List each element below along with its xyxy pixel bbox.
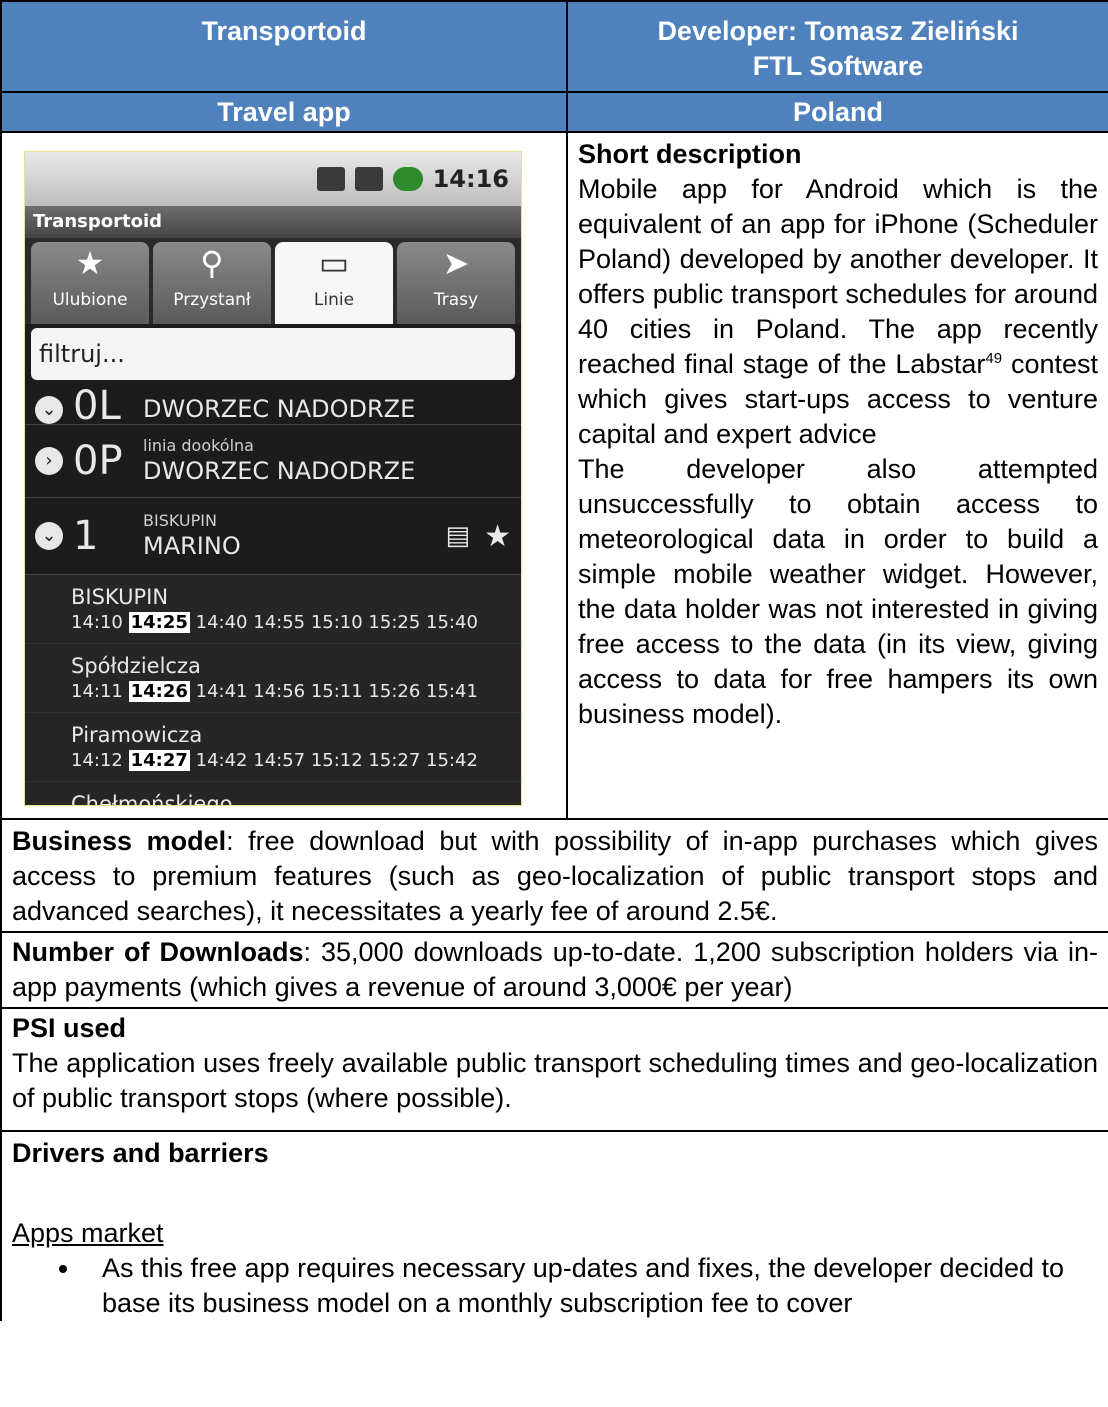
developer-cell: Developer: Tomasz Zieliński FTL Software xyxy=(566,0,1108,93)
stop-name: Piramowicza xyxy=(71,723,203,747)
app-screenshot: 14:16 Transportoid ★ Ulubione ⚲ Przystan… xyxy=(24,151,522,806)
psi-cell: PSI used The application uses freely ava… xyxy=(0,1007,1108,1132)
departure-times: 14:42 14:57 15:12 15:27 15:42 xyxy=(195,750,478,771)
tab-routes[interactable]: ➤ Trasy xyxy=(397,242,515,324)
developer-name: Developer: Tomasz Zieliński xyxy=(657,16,1019,46)
drivers-cell: Drivers and barriers Apps market As this… xyxy=(0,1130,1108,1321)
filter-input[interactable]: filtruj... xyxy=(31,328,515,380)
chevron-down-icon: ⌄ xyxy=(35,522,63,550)
signpost-icon: ➤ xyxy=(442,244,470,282)
departure-time: 14:12 xyxy=(71,750,123,771)
business-model-cell: Business model: free download but with p… xyxy=(0,818,1108,933)
drivers-list: As this free app requires necessary up-d… xyxy=(12,1251,1098,1321)
signal-icon xyxy=(354,167,383,191)
line-row[interactable]: ⌄ 0L DWORZEC NADODRZE xyxy=(25,384,521,425)
app-name-cell: Transportoid xyxy=(0,0,568,93)
line-destination: DWORZEC NADODRZE xyxy=(143,395,416,423)
next-departure-time: 14:25 xyxy=(128,612,190,633)
downloads-label: Number of Downloads xyxy=(12,937,304,967)
stop-times: 14:12 14:27 14:42 14:57 15:12 15:27 15:4… xyxy=(71,749,521,773)
downloads-cell: Number of Downloads: 35,000 downloads up… xyxy=(0,931,1108,1009)
drivers-heading: Drivers and barriers xyxy=(12,1138,269,1168)
tab-stops[interactable]: ⚲ Przystanł xyxy=(153,242,271,324)
tab-label: Ulubione xyxy=(52,290,128,310)
battery-icon xyxy=(392,167,423,191)
star-icon: ★ xyxy=(75,244,105,282)
stop-row[interactable]: Chełmońskiego xyxy=(25,782,521,806)
line-row-expanded[interactable]: ⌄ 1 BISKUPIN MARINO ▤ ★ xyxy=(25,498,521,575)
chevron-right-icon: › xyxy=(35,447,63,475)
status-time: 14:16 xyxy=(432,164,509,193)
line-number: 0P xyxy=(73,437,123,484)
description-text: Mobile app for Android which is the equi… xyxy=(578,172,1098,452)
app-name: Transportoid xyxy=(201,16,367,46)
stop-times: 14:10 14:25 14:40 14:55 15:10 15:25 15:4… xyxy=(71,611,521,635)
description-heading: Short description xyxy=(578,139,802,169)
stop-name: BISKUPIN xyxy=(71,585,169,609)
line-subtitle: linia dookólna xyxy=(143,436,254,455)
case-study-table: Transportoid Developer: Tomasz Zieliński… xyxy=(0,0,1108,1321)
tab-label: Trasy xyxy=(433,290,479,310)
network-3g-icon xyxy=(316,167,345,191)
line-destination: DWORZEC NADODRZE xyxy=(143,457,416,485)
footnote-ref: 49 xyxy=(985,350,1003,367)
app-title-bar: Transportoid xyxy=(25,206,521,238)
line-destination: MARINO xyxy=(143,532,241,560)
tab-favourites[interactable]: ★ Ulubione xyxy=(31,242,149,324)
line-number: 1 xyxy=(73,512,99,559)
line-row[interactable]: › 0P linia dookólna DWORZEC NADODRZE xyxy=(25,425,521,498)
bus-icon: ▭ xyxy=(318,244,350,282)
document-page: Transportoid Developer: Tomasz Zieliński… xyxy=(0,0,1108,1407)
business-model-label: Business model xyxy=(12,826,227,856)
tab-lines[interactable]: ▭ Linie xyxy=(275,242,393,324)
stop-row[interactable]: Spółdzielcza 14:11 14:26 14:41 14:56 15:… xyxy=(25,644,521,713)
stop-times: 14:11 14:26 14:41 14:56 15:11 15:26 15:4… xyxy=(71,680,521,704)
stop-row[interactable]: Piramowicza 14:12 14:27 14:42 14:57 15:1… xyxy=(25,713,521,782)
stop-row[interactable]: BISKUPIN 14:10 14:25 14:40 14:55 15:10 1… xyxy=(25,575,521,644)
country-cell: Poland xyxy=(566,91,1108,133)
tab-label: Linie xyxy=(313,290,355,310)
list-item: As this free app requires necessary up-d… xyxy=(82,1251,1098,1321)
departure-time: 14:10 xyxy=(71,612,123,633)
departure-times: 14:41 14:56 15:11 15:26 15:41 xyxy=(195,681,478,702)
next-departure-time: 14:27 xyxy=(128,750,190,771)
category-cell: Travel app xyxy=(0,91,568,133)
departure-time: 14:11 xyxy=(71,681,123,702)
tab-label: Przystanł xyxy=(173,290,251,310)
departure-times: 14:40 14:55 15:10 15:25 15:40 xyxy=(195,612,478,633)
app-country: Poland xyxy=(792,97,883,127)
description-cell: Short description Mobile app for Android… xyxy=(566,131,1108,820)
chevron-down-icon: ⌄ xyxy=(35,396,63,424)
next-departure-time: 14:26 xyxy=(128,681,190,702)
map-icon[interactable]: ▤ xyxy=(446,519,471,554)
line-number: 0L xyxy=(73,384,121,425)
status-bar: 14:16 xyxy=(25,152,521,206)
tab-bar: ★ Ulubione ⚲ Przystanł ▭ Linie ➤ Trasy xyxy=(25,238,521,324)
apps-market-subheading: Apps market xyxy=(12,1218,164,1248)
line-subtitle: BISKUPIN xyxy=(143,511,217,530)
app-category: Travel app xyxy=(217,97,351,127)
star-icon[interactable]: ★ xyxy=(484,519,511,554)
screenshot-cell: 14:16 Transportoid ★ Ulubione ⚲ Przystan… xyxy=(0,131,568,820)
description-text-2: The developer also attempted unsuccessfu… xyxy=(578,454,1098,729)
stop-name: Spółdzielcza xyxy=(71,654,201,678)
psi-heading: PSI used xyxy=(12,1013,127,1043)
developer-company: FTL Software xyxy=(752,51,924,81)
stop-name: Chełmońskiego xyxy=(71,792,233,806)
psi-text: The application uses freely available pu… xyxy=(12,1048,1098,1113)
stop-sign-icon: ⚲ xyxy=(200,244,224,282)
